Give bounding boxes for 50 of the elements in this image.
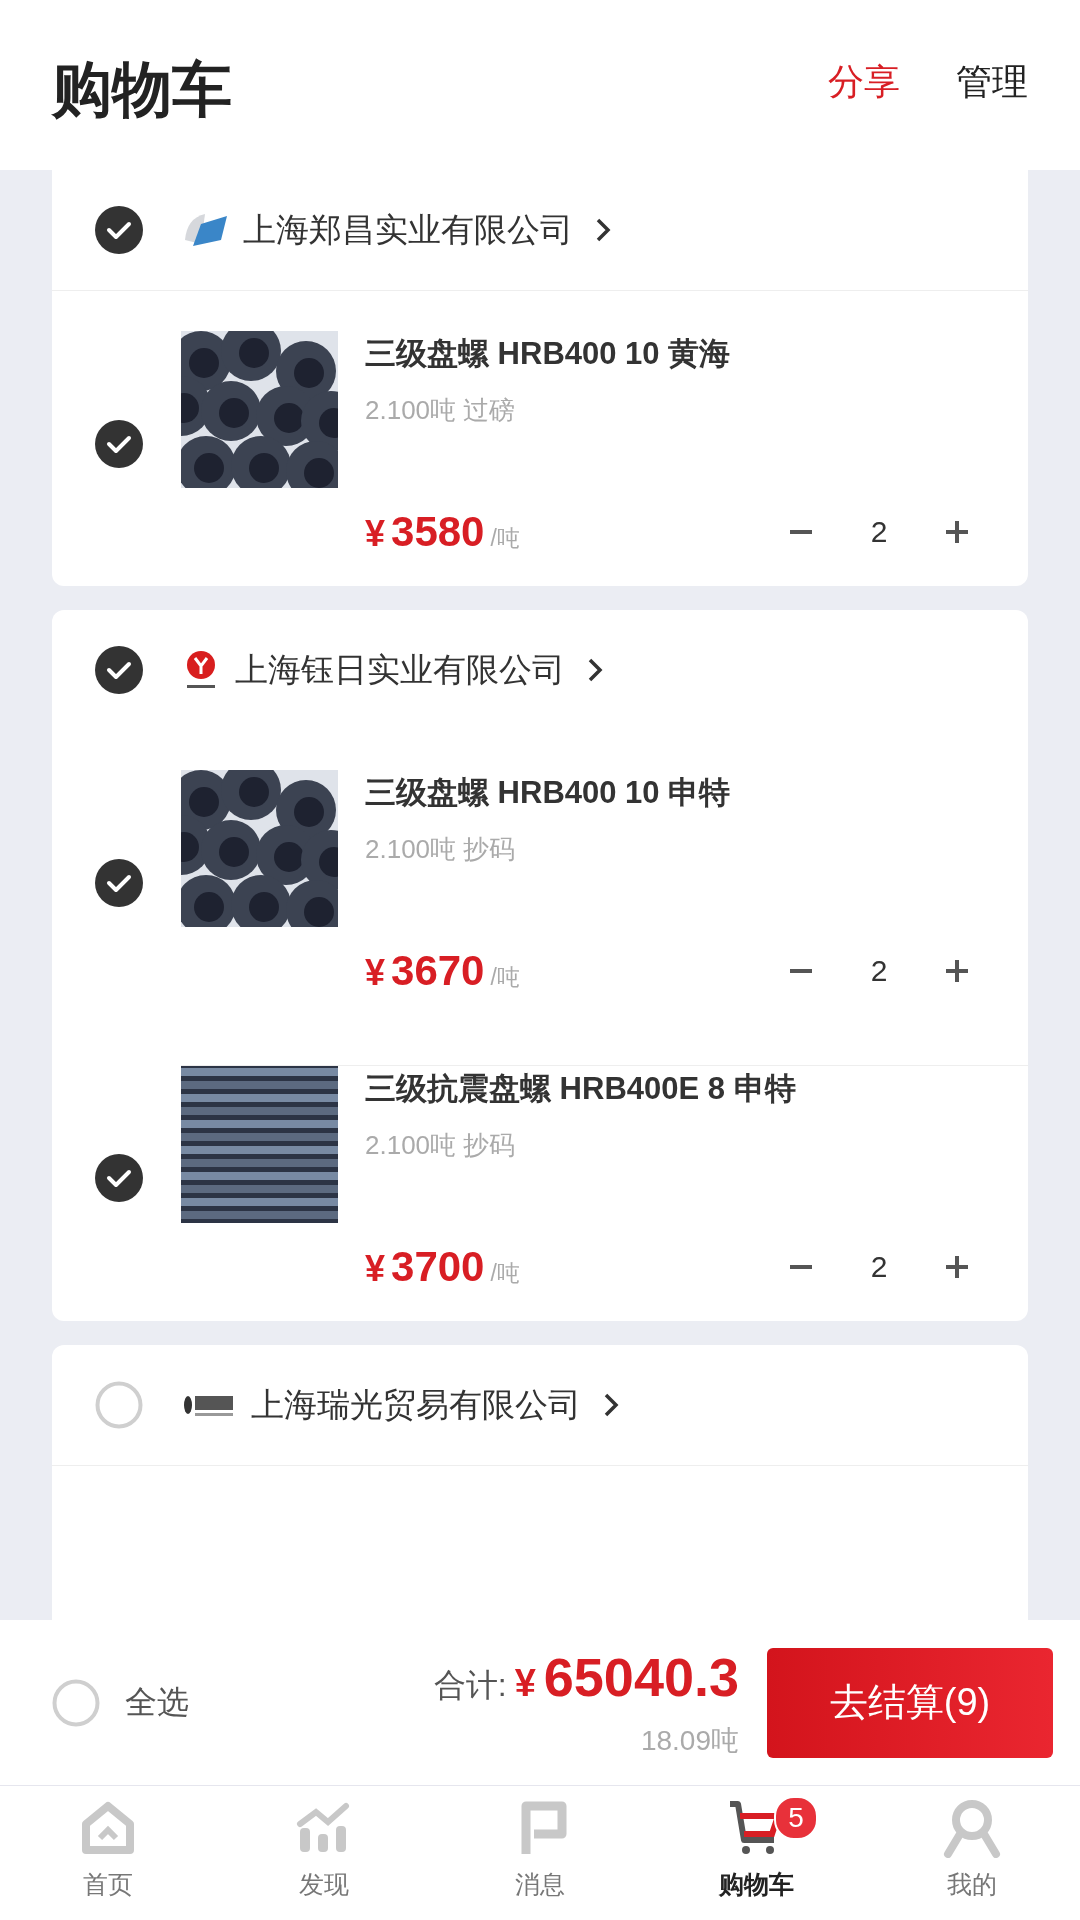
total-label: 合计: — [433, 1665, 507, 1705]
product-title[interactable]: 三级盘螺 HRB400 10 黄海 — [365, 333, 1028, 375]
product-spec: 2.100吨 抄码 — [365, 1129, 517, 1162]
cart-count-badge: 5 — [774, 1796, 818, 1840]
tab-bar-item[interactable]: 首页 — [0, 1786, 216, 1920]
checkbox[interactable] — [95, 206, 143, 254]
quantity-value: 2 — [869, 954, 889, 988]
plus-icon[interactable] — [946, 521, 968, 543]
currency-symbol: ¥ — [514, 1661, 536, 1705]
checkbox[interactable] — [95, 858, 143, 907]
checkout-button[interactable]: 去结算(9) — [767, 1647, 1053, 1758]
page-title: 购物车 — [52, 54, 233, 125]
shop-name[interactable]: 上海郑昌实业有限公司 — [243, 207, 573, 253]
select-all-label[interactable]: 全选 — [125, 1680, 434, 1725]
chevron-right-icon[interactable] — [603, 1392, 619, 1418]
checkbox[interactable] — [95, 646, 143, 694]
product-price: 3580 — [391, 508, 485, 556]
tab-bar-item[interactable]: 发现 — [216, 1786, 432, 1920]
currency-symbol: ¥ — [365, 1248, 386, 1290]
header-action-link[interactable]: 分享 — [828, 58, 900, 107]
checkbox[interactable] — [52, 1678, 100, 1727]
product-spec: 2.100吨 过磅 — [365, 394, 517, 427]
checkbox[interactable] — [95, 1381, 143, 1429]
chevron-right-icon[interactable] — [595, 217, 611, 243]
currency-symbol: ¥ — [365, 952, 386, 994]
checkbox[interactable] — [95, 1154, 143, 1202]
product-title[interactable]: 三级抗震盘螺 HRB400E 8 申特 — [365, 1068, 1028, 1110]
total-weight: 18.09吨 — [640, 1723, 739, 1758]
quantity-value: 2 — [869, 1250, 889, 1284]
chevron-right-icon[interactable] — [587, 657, 603, 683]
total-amount: 65040.3 — [543, 1645, 739, 1708]
currency-symbol: ¥ — [365, 513, 386, 555]
tab-bar-item[interactable]: 消息 — [432, 1786, 648, 1920]
product-price: 3700 — [391, 1243, 485, 1291]
price-unit: /吨 — [490, 524, 521, 553]
plus-icon[interactable] — [946, 960, 968, 982]
checkbox[interactable] — [95, 419, 143, 468]
price-unit: /吨 — [490, 963, 521, 992]
shop-name[interactable]: 上海钰日实业有限公司 — [235, 647, 565, 693]
person-icon — [942, 1798, 1002, 1858]
product-title[interactable]: 三级盘螺 HRB400 10 申特 — [365, 772, 1028, 814]
plus-icon[interactable] — [946, 1256, 968, 1278]
product-spec: 2.100吨 抄码 — [365, 833, 517, 866]
product-price: 3670 — [391, 947, 485, 995]
shop-name[interactable]: 上海瑞光贸易有限公司 — [251, 1382, 581, 1428]
tab-bar-item[interactable]: 我的 — [864, 1786, 1080, 1920]
header-action-link[interactable]: 管理 — [956, 58, 1028, 107]
price-unit: /吨 — [490, 1259, 521, 1288]
tab-bar-item[interactable]: 购物车 5 — [648, 1786, 864, 1920]
quantity-value: 2 — [869, 515, 889, 549]
